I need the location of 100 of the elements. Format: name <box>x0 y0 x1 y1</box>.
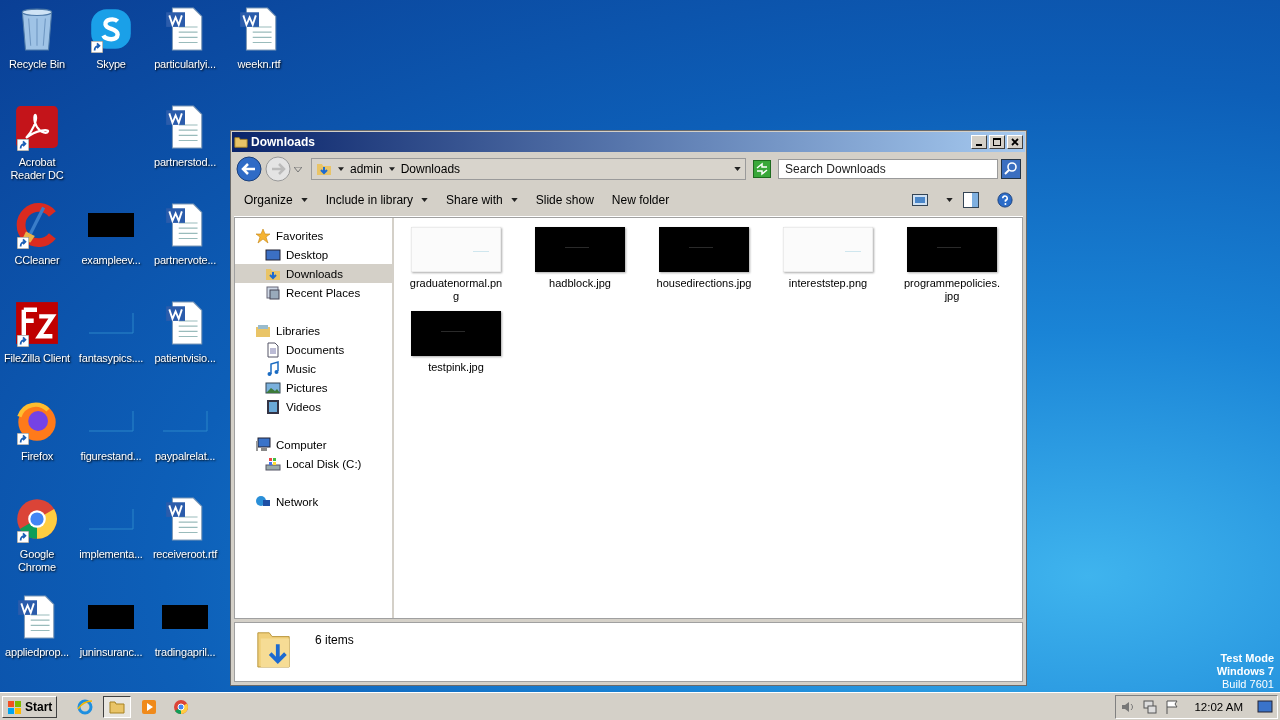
minimize-icon <box>976 144 982 146</box>
back-button[interactable] <box>236 156 262 182</box>
start-button[interactable]: Start <box>2 695 58 718</box>
toolbar-button[interactable]: Organize <box>236 189 316 211</box>
file-item[interactable]: testpink.jpg <box>410 311 502 374</box>
desktop-icon-label[interactable]: paypalrelat... <box>154 450 216 463</box>
nav-item[interactable]: Downloads <box>235 264 392 283</box>
shortcut-arrow-icon <box>91 41 103 53</box>
image-thumbnail-icon <box>88 213 134 237</box>
recent-places-icon <box>265 284 281 301</box>
blank-thumbnail-icon <box>88 507 134 531</box>
address-bar[interactable]: admin Downloads <box>311 158 746 180</box>
show-desktop-button[interactable] <box>1257 698 1273 715</box>
os-notice-text: Test Mode <box>1220 652 1274 665</box>
history-dropdown-icon[interactable] <box>294 166 302 172</box>
film-icon <box>265 398 281 415</box>
nav-item[interactable]: Network <box>235 492 392 511</box>
picture-icon <box>265 379 281 396</box>
acrobat-icon <box>15 104 59 150</box>
caret-icon <box>300 198 308 202</box>
help-icon[interactable] <box>997 192 1013 208</box>
desktop-icon-label[interactable]: implementa... <box>79 548 143 561</box>
toolbar-button[interactable]: New folder <box>603 189 678 211</box>
desktop-icon-label[interactable]: FileZilla Client <box>4 352 70 365</box>
maximize-button[interactable] <box>989 135 1005 149</box>
breadcrumb[interactable]: Downloads <box>400 162 461 176</box>
nav-item[interactable]: Pictures <box>235 378 392 397</box>
chrome-icon <box>15 496 59 542</box>
nav-item[interactable]: Recent Places <box>235 283 392 302</box>
close-button[interactable] <box>1007 135 1023 149</box>
caret-icon <box>734 167 741 171</box>
desktop-icon-label[interactable]: juninsuranc... <box>79 646 143 659</box>
blank-thumbnail-icon <box>162 409 208 433</box>
disk-drive-icon <box>265 455 281 472</box>
desktop-icon-label[interactable]: Firefox <box>20 450 54 463</box>
search-button[interactable] <box>1001 159 1021 179</box>
nav-item[interactable]: Music <box>235 359 392 378</box>
nav-item[interactable]: Videos <box>235 397 392 416</box>
toolbar-button[interactable]: Share with <box>438 189 526 211</box>
nav-item[interactable]: Local Disk (C:) <box>235 454 392 473</box>
breadcrumb[interactable]: admin <box>350 162 383 176</box>
skype-icon <box>89 6 133 52</box>
blank-thumbnail-icon <box>88 409 134 433</box>
desktop-icon-label[interactable]: CCleaner <box>14 254 60 267</box>
image-thumbnail-icon <box>162 605 208 629</box>
desktop-icon-label[interactable]: patientvisio... <box>154 352 216 365</box>
desktop-icon-label[interactable]: exampleev... <box>81 254 141 267</box>
window-title: Downloads <box>251 135 315 149</box>
nav-item[interactable]: Libraries <box>235 321 392 340</box>
clock[interactable]: 12:02 AM <box>1194 700 1243 713</box>
desktop-icon-label[interactable]: weekn.rtf <box>237 58 281 71</box>
caret-icon <box>338 167 344 171</box>
desktop-icon-label[interactable]: receiveroot.rtf <box>152 548 218 561</box>
blank-thumbnail-icon <box>88 311 134 335</box>
search-field[interactable]: Search Downloads <box>778 159 998 179</box>
music-note-icon <box>265 360 281 377</box>
shortcut-arrow-icon <box>17 433 29 445</box>
shortcut-arrow-icon <box>17 237 29 249</box>
file-item[interactable]: housedirections.jpg <box>658 227 750 303</box>
nav-item[interactable]: Desktop <box>235 245 392 264</box>
minimize-button[interactable] <box>971 135 987 149</box>
computer-icon <box>255 436 271 453</box>
shortcut-arrow-icon <box>17 139 29 151</box>
filezilla-icon <box>15 300 59 346</box>
flag-icon[interactable] <box>1164 698 1181 715</box>
caret-icon <box>946 198 953 202</box>
maximize-icon <box>992 137 1002 147</box>
file-item[interactable]: hadblock.jpg <box>534 227 626 303</box>
refresh-button[interactable] <box>753 160 771 178</box>
nav-item[interactable]: Favorites <box>235 226 392 245</box>
folder-icon[interactable] <box>103 695 132 718</box>
view-options-icon[interactable] <box>912 192 928 208</box>
desktop-icon-label[interactable]: Google Chrome <box>0 548 74 574</box>
nav-item[interactable]: Documents <box>235 340 392 359</box>
desktop-icon-label[interactable]: figurestand... <box>80 450 142 463</box>
caret-icon <box>510 198 518 202</box>
network-icon[interactable] <box>1142 698 1159 715</box>
toolbar-button[interactable]: Include in library <box>317 189 437 211</box>
folder-icon <box>234 135 248 149</box>
shortcut-arrow-icon <box>17 335 29 347</box>
desktop-icon-label[interactable]: Skype <box>96 58 126 71</box>
image-thumbnail-icon <box>88 605 134 629</box>
close-icon <box>1010 137 1020 147</box>
preview-pane-icon[interactable] <box>963 192 979 208</box>
desktop-icon-label[interactable]: partnervote... <box>154 254 216 267</box>
file-item[interactable]: programmepolicies.jpg <box>906 227 998 303</box>
desktop-icon-label[interactable]: Recycle Bin <box>9 58 65 71</box>
toolbar-button[interactable]: Slide show <box>527 189 602 211</box>
desktop-icon-label[interactable]: particularlyi... <box>154 58 216 71</box>
desktop-icon-label[interactable]: appliedprop... <box>5 646 69 659</box>
desktop-icon-label[interactable]: fantasypics.... <box>78 352 144 365</box>
desktop-icon-label[interactable]: partnerstod... <box>154 156 216 169</box>
caret-icon <box>388 167 395 171</box>
desktop-icon-label[interactable]: tradingapril... <box>154 646 216 659</box>
file-item[interactable]: graduatenormal.png <box>410 227 502 303</box>
file-item[interactable]: intereststep.png <box>782 227 874 303</box>
nav-item[interactable]: Computer <box>235 435 392 454</box>
desktop-icon-label[interactable]: Acrobat Reader DC <box>0 156 74 182</box>
star-icon <box>255 227 271 244</box>
item-count: 6 items <box>315 633 354 647</box>
